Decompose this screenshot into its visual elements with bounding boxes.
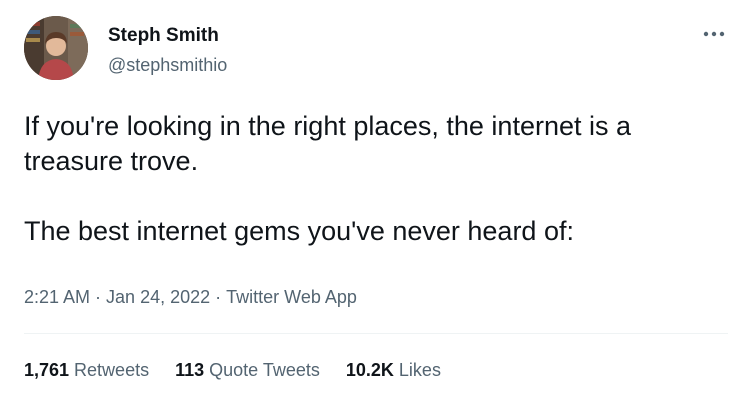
meta-separator: · [95,287,102,307]
tweet-source-link[interactable]: Twitter Web App [226,287,357,307]
tweet-paragraph: If you're looking in the right places, t… [24,111,631,176]
profile-photo-icon [24,16,88,80]
quote-tweets-label: Quote Tweets [209,360,320,380]
more-options-button[interactable] [700,24,728,44]
author-handle[interactable]: @stephsmithio [108,53,227,77]
author-name[interactable]: Steph Smith [108,24,219,48]
tweet-text: If you're looking in the right places, t… [24,109,724,249]
retweets-label: Retweets [74,360,150,380]
ellipsis-icon [703,31,725,37]
retweets-count: 1,761 [24,360,70,380]
quote-tweets-stat-link[interactable]: 113 Quote Tweets [175,358,320,382]
meta-separator: · [215,287,222,307]
quote-tweets-count: 113 [175,360,205,380]
tweet-meta: 2:21 AM · Jan 24, 2022 · Twitter Web App [24,285,357,309]
tweet-date-link[interactable]: Jan 24, 2022 [106,287,210,307]
likes-label: Likes [398,360,441,380]
tweet-card: Steph Smith @stephsmithio If you're look… [0,0,752,403]
tweet-time-link[interactable]: 2:21 AM [24,287,90,307]
divider [24,333,728,334]
retweets-stat-link[interactable]: 1,761 Retweets [24,358,149,382]
tweet-paragraph: The best internet gems you've never hear… [24,216,574,246]
likes-count: 10.2K [345,360,394,380]
likes-stat-link[interactable]: 10.2K Likes [346,358,441,382]
avatar[interactable] [24,16,88,80]
tweet-stats: 1,761 Retweets 113 Quote Tweets 10.2K Li… [24,358,467,382]
